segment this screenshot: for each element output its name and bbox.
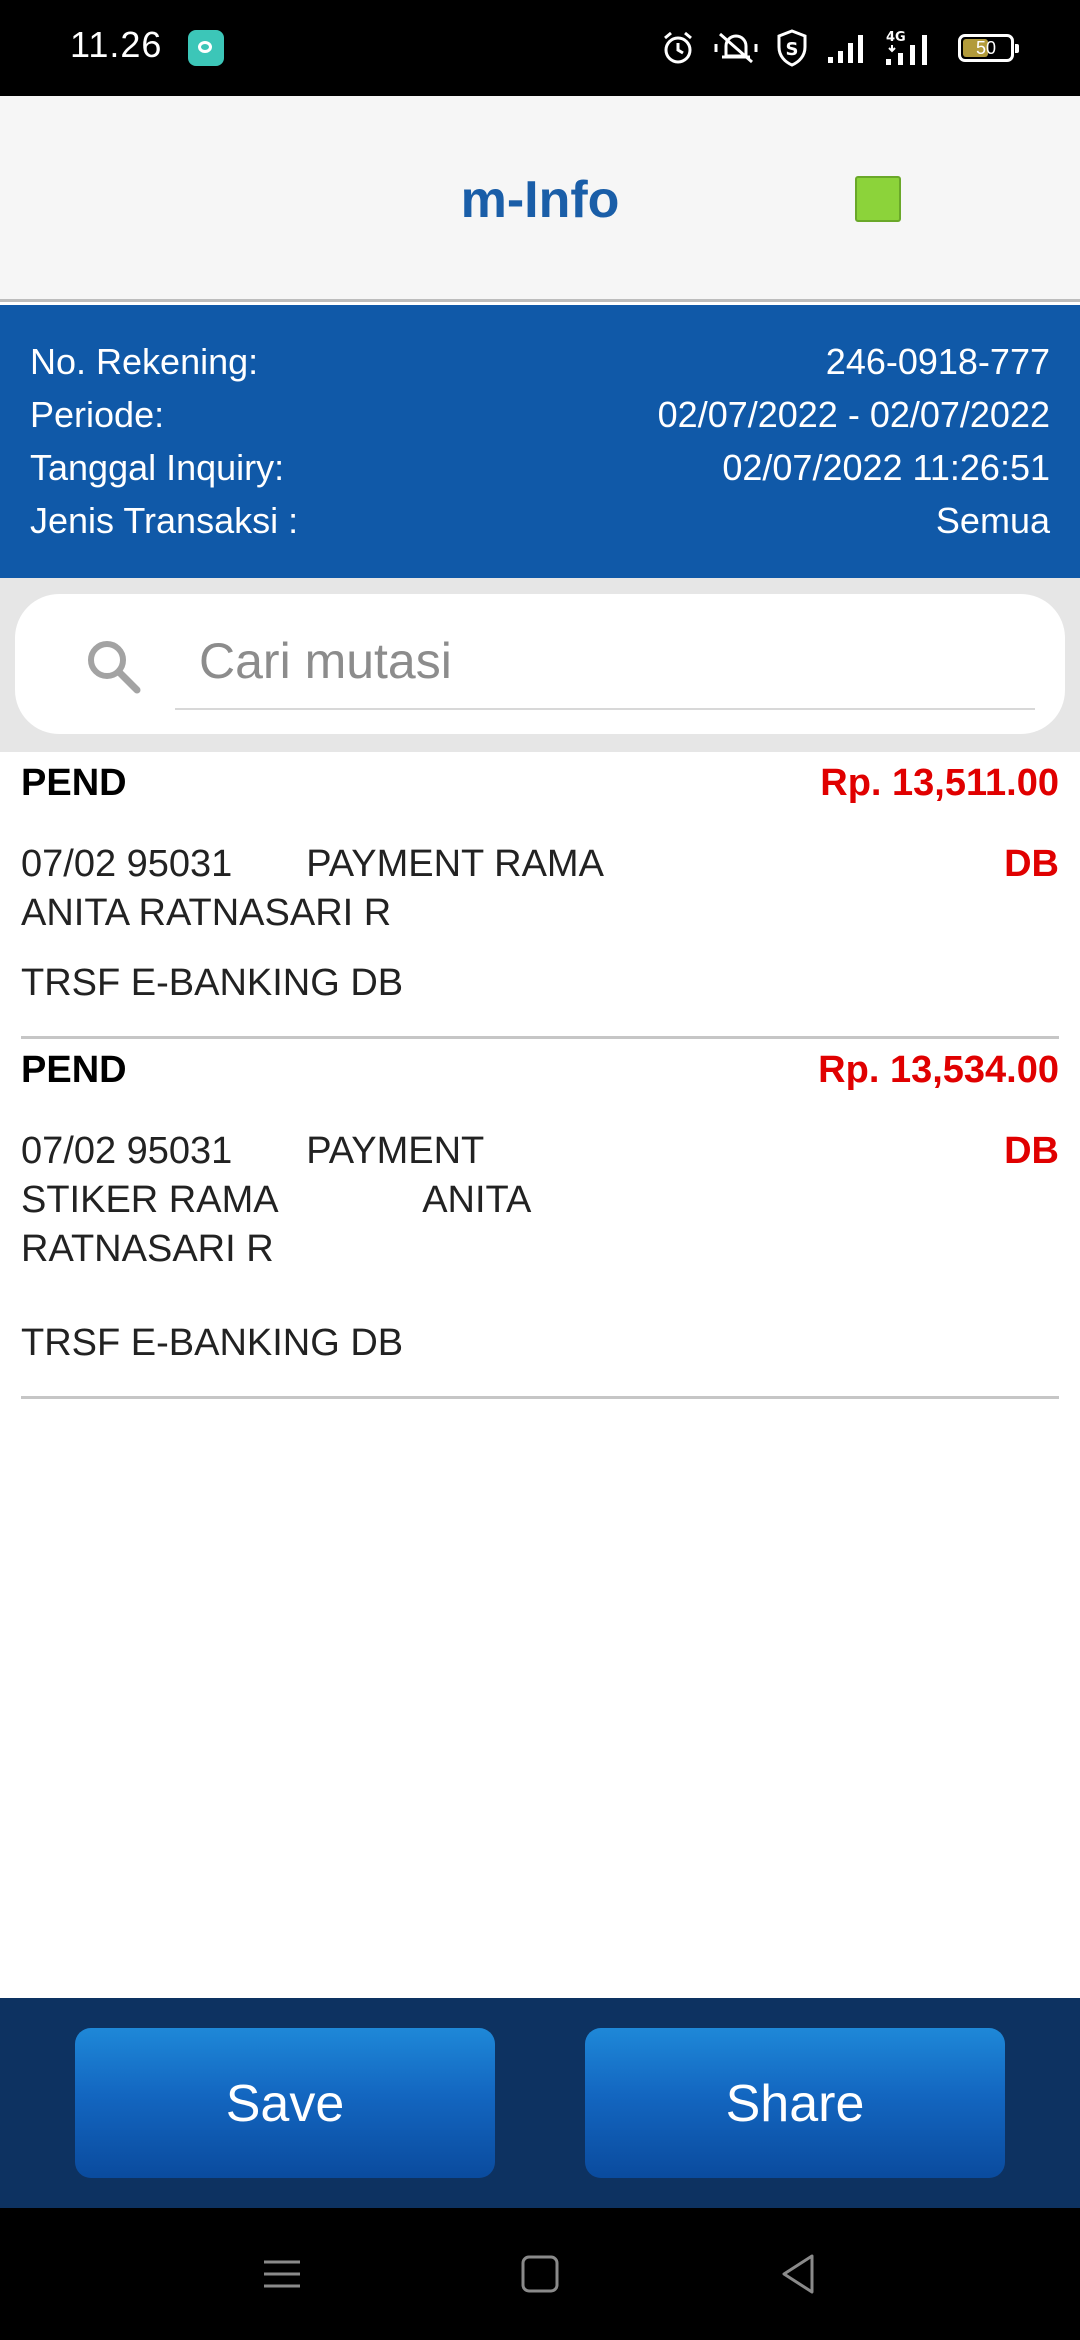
list-item[interactable]: PEND Rp. 13,511.00 DB 07/02 95031 PAYMEN… [21, 752, 1059, 1039]
menu-icon[interactable] [252, 2244, 312, 2304]
info-label: Periode: [30, 394, 165, 435]
info-row-period: Periode: 02/07/2022 - 02/07/2022 [30, 394, 1050, 444]
info-value: 246-0918-777 [825, 341, 1050, 382]
battery-icon: 50 [958, 34, 1019, 62]
connection-status-indicator [855, 176, 901, 222]
info-label: Jenis Transaksi : [30, 500, 299, 541]
search-box[interactable] [15, 594, 1065, 734]
status-bar: 11.26 S 4G 50 [0, 0, 1080, 96]
svg-text:4G: 4G [886, 30, 906, 45]
status-icons: S 4G 50 [660, 26, 1019, 70]
transaction-amount: Rp. 13,511.00 [820, 762, 1059, 804]
status-time: 11.26 [70, 24, 163, 65]
info-row-account-number: No. Rekening: 246-0918-777 [30, 341, 1050, 391]
transaction-amount: Rp. 13,534.00 [818, 1049, 1059, 1091]
search-icon [88, 641, 141, 694]
info-value: 02/07/2022 11:26:51 [722, 447, 1050, 488]
transaction-type: DB [1004, 843, 1059, 885]
transaction-status: PEND [21, 762, 127, 804]
info-row-inquiry-date: Tanggal Inquiry: 02/07/2022 11:26:51 [30, 447, 1050, 497]
share-button[interactable]: Share [585, 2028, 1005, 2178]
alarm-icon [664, 31, 692, 64]
transaction-description: 07/02 95031 PAYMENT STIKER RAMA ANITA RA… [21, 1130, 532, 1270]
svg-text:S: S [786, 39, 799, 60]
app-notification-icon [188, 30, 224, 66]
page-title: m-Info [460, 171, 620, 229]
back-icon[interactable] [768, 2244, 828, 2304]
transaction-type: DB [1004, 1130, 1059, 1172]
transaction-description: 07/02 95031 PAYMENT RAMA ANITA RATNASARI… [21, 843, 604, 934]
mute-icon [714, 32, 758, 64]
search-area [0, 578, 1080, 752]
info-value: Semua [935, 500, 1050, 541]
list-item[interactable]: PEND Rp. 13,534.00 DB 07/02 95031 PAYMEN… [21, 1039, 1059, 1399]
save-button[interactable]: Save [75, 2028, 495, 2178]
info-label: Tanggal Inquiry: [30, 447, 285, 488]
info-value: 02/07/2022 - 02/07/2022 [657, 394, 1050, 435]
search-input[interactable] [175, 614, 1035, 710]
home-icon[interactable] [510, 2244, 570, 2304]
system-nav-bar [0, 2208, 1080, 2340]
shield-icon: S [777, 29, 807, 67]
account-info-panel: No. Rekening: 246-0918-777 Periode: 02/0… [0, 305, 1080, 578]
transaction-status: PEND [21, 1049, 127, 1091]
battery-level: 50 [975, 38, 997, 58]
bottom-action-bar: Save Share [0, 1998, 1080, 2208]
signal-icon [828, 35, 863, 63]
transaction-channel: TRSF E-BANKING DB [21, 962, 404, 1004]
info-row-transaction-type: Jenis Transaksi : Semua [30, 500, 1050, 550]
transaction-list: PEND Rp. 13,511.00 DB 07/02 95031 PAYMEN… [0, 752, 1080, 1399]
app-header: m-Info [0, 96, 1080, 302]
info-label: No. Rekening: [30, 341, 259, 382]
transaction-channel: TRSF E-BANKING DB [21, 1322, 404, 1364]
signal-4g-icon: 4G [886, 30, 927, 65]
